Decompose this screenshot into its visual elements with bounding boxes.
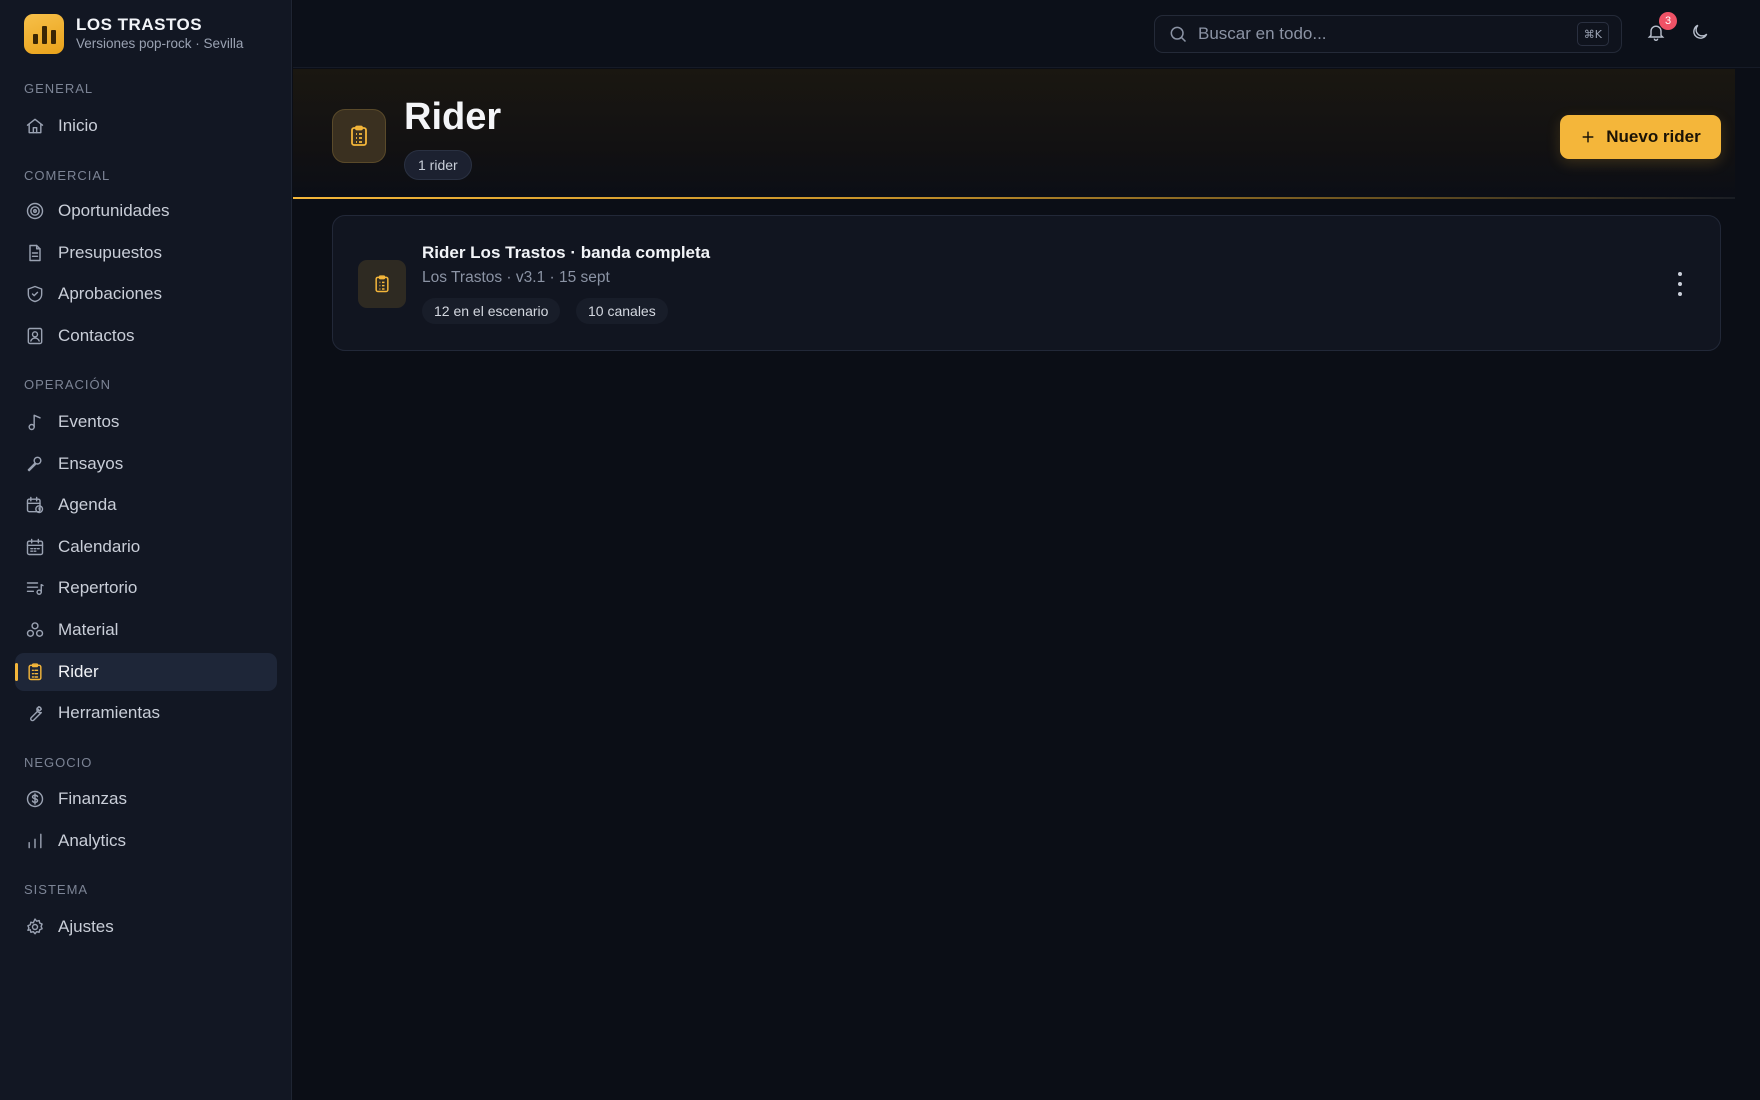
sidebar-item-label: Rider bbox=[58, 662, 99, 681]
brand-subtitle: Versiones pop-rock · Sevilla bbox=[76, 36, 244, 51]
page-title: Rider bbox=[404, 96, 502, 138]
sidebar-item-calendario[interactable]: Calendario bbox=[15, 528, 277, 566]
home-icon bbox=[24, 115, 46, 137]
rider-title: Rider Los Trastos · banda completa bbox=[422, 243, 711, 262]
sidebar-item-finanzas[interactable]: Finanzas bbox=[15, 780, 277, 818]
more-options-icon[interactable] bbox=[1676, 272, 1684, 296]
new-rider-button-label: Nuevo rider bbox=[1606, 127, 1701, 146]
brand[interactable]: LOS TRASTOS Versiones pop-rock · Sevilla bbox=[24, 14, 243, 54]
section-label-negocio: NEGOCIO bbox=[24, 755, 93, 770]
microphone-icon bbox=[24, 453, 46, 475]
sidebar-item-label: Ensayos bbox=[58, 454, 124, 473]
sidebar-item-repertorio[interactable]: Repertorio bbox=[15, 569, 277, 607]
target-icon bbox=[24, 200, 46, 222]
sidebar-item-label: Inicio bbox=[58, 116, 98, 135]
sidebar: LOS TRASTOS Versiones pop-rock · Sevilla… bbox=[0, 0, 292, 1100]
playlist-icon bbox=[24, 577, 46, 599]
sidebar-item-label: Aprobaciones bbox=[58, 284, 162, 303]
sidebar-item-label: Calendario bbox=[58, 537, 141, 556]
section-label-general: GENERAL bbox=[24, 81, 94, 96]
shield-check-icon bbox=[24, 283, 46, 305]
sidebar-item-label: Repertorio bbox=[58, 578, 138, 597]
sidebar-item-presupuestos[interactable]: Presupuestos bbox=[15, 234, 277, 272]
wrench-icon bbox=[24, 702, 46, 724]
rider-meta: Los Trastos · v3.1 · 15 sept bbox=[422, 269, 610, 286]
sidebar-item-eventos[interactable]: Eventos bbox=[15, 403, 277, 441]
sidebar-item-inicio[interactable]: Inicio bbox=[15, 107, 277, 145]
sidebar-item-label: Oportunidades bbox=[58, 201, 170, 220]
rider-tag-channels: 10 canales bbox=[576, 298, 668, 324]
music-note-icon bbox=[24, 411, 46, 433]
sidebar-item-label: Contactos bbox=[58, 326, 135, 345]
section-label-operacion: OPERACIÓN bbox=[24, 377, 112, 392]
sidebar-item-ajustes[interactable]: Ajustes bbox=[15, 908, 277, 946]
section-label-sistema: SISTEMA bbox=[24, 882, 89, 897]
sidebar-item-label: Eventos bbox=[58, 412, 120, 431]
sidebar-item-ensayos[interactable]: Ensayos bbox=[15, 445, 277, 483]
new-rider-button[interactable]: Nuevo rider bbox=[1560, 115, 1721, 159]
notification-count-badge: 3 bbox=[1659, 12, 1677, 30]
sidebar-item-analytics[interactable]: Analytics bbox=[15, 822, 277, 860]
plus-icon bbox=[1582, 131, 1594, 143]
sidebar-item-herramientas[interactable]: Herramientas bbox=[15, 694, 277, 732]
theme-toggle-button[interactable] bbox=[1690, 22, 1712, 44]
gear-icon bbox=[24, 916, 46, 938]
rider-count-badge: 1 rider bbox=[404, 150, 472, 180]
sidebar-item-label: Material bbox=[58, 620, 119, 639]
clipboard-list-icon bbox=[358, 260, 406, 308]
clipboard-list-icon bbox=[24, 661, 46, 683]
sidebar-item-label: Agenda bbox=[58, 495, 117, 514]
calendar-clock-icon bbox=[24, 494, 46, 516]
search-icon bbox=[1170, 26, 1187, 43]
sidebar-item-rider[interactable]: Rider bbox=[15, 653, 277, 691]
section-label-comercial: COMERCIAL bbox=[24, 168, 111, 183]
clipboard-list-icon bbox=[332, 109, 386, 163]
sidebar-item-material[interactable]: Material bbox=[15, 611, 277, 649]
sidebar-item-agenda[interactable]: Agenda bbox=[15, 486, 277, 524]
brand-logo-bars-icon bbox=[24, 14, 64, 54]
calendar-icon bbox=[24, 536, 46, 558]
rider-tag-stage-people: 12 en el escenario bbox=[422, 298, 561, 324]
bar-chart-icon bbox=[24, 830, 46, 852]
sidebar-item-label: Presupuestos bbox=[58, 243, 162, 262]
sidebar-item-aprobaciones[interactable]: Aprobaciones bbox=[15, 275, 277, 313]
sidebar-item-label: Finanzas bbox=[58, 789, 127, 808]
brand-title: LOS TRASTOS bbox=[76, 15, 203, 34]
document-icon bbox=[24, 242, 46, 264]
keyboard-shortcut-hint: ⌘K bbox=[1576, 22, 1609, 46]
sidebar-item-oportunidades[interactable]: Oportunidades bbox=[15, 192, 277, 230]
search-input[interactable] bbox=[1198, 24, 1568, 44]
header-accent-divider bbox=[293, 197, 1735, 199]
sidebar-item-label: Ajustes bbox=[58, 917, 114, 936]
dollar-circle-icon bbox=[24, 788, 46, 810]
contact-card-icon bbox=[24, 325, 46, 347]
search-box[interactable]: ⌘K bbox=[1154, 15, 1622, 53]
sidebar-item-label: Herramientas bbox=[58, 703, 161, 722]
moon-icon bbox=[1693, 24, 1708, 39]
rider-card[interactable]: Rider Los Trastos · banda completa Los T… bbox=[332, 215, 1721, 351]
page-header bbox=[293, 69, 1735, 199]
sidebar-item-label: Analytics bbox=[58, 831, 127, 850]
drum-kit-icon bbox=[24, 619, 46, 641]
sidebar-item-contactos[interactable]: Contactos bbox=[15, 317, 277, 355]
